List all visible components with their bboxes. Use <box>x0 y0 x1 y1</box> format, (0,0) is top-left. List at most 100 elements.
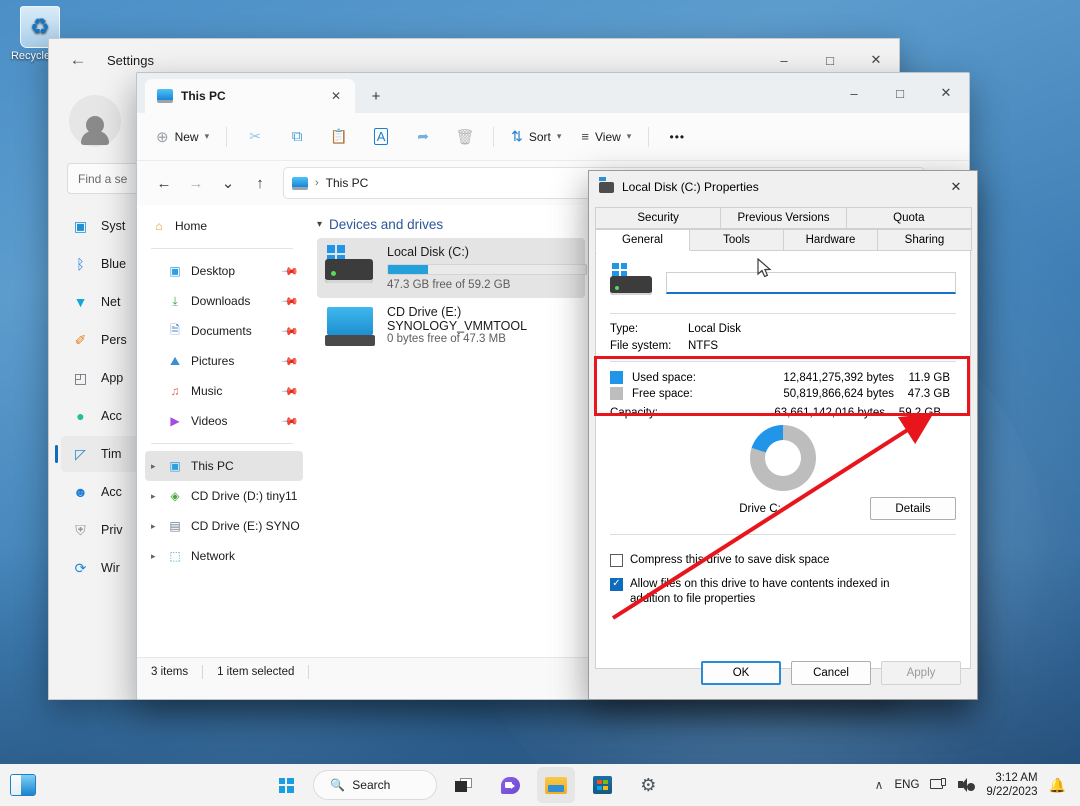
tab-close-icon[interactable]: ✕ <box>325 85 347 107</box>
tab-hardware[interactable]: Hardware <box>783 229 878 251</box>
start-button[interactable] <box>267 767 305 803</box>
new-tab-button[interactable]: + <box>361 81 391 111</box>
index-checkbox[interactable]: ✓ <box>610 578 623 591</box>
language-indicator[interactable]: ENG <box>894 779 919 791</box>
divider <box>610 534 956 535</box>
type-value: Local Disk <box>688 323 741 335</box>
tab-previous-versions[interactable]: Previous Versions <box>720 207 846 229</box>
volume-label-row <box>610 263 956 303</box>
toolbar-divider <box>493 127 494 147</box>
properties-close-button[interactable]: ✕ <box>935 171 977 203</box>
new-button[interactable]: ⊕ New ▾ <box>147 121 218 153</box>
sidebar-item-downloads[interactable]: ⤓ Downloads 📌 <box>145 286 303 316</box>
sidebar-item-label: Net <box>101 295 120 309</box>
capacity-bytes: 63,661,142,016 bytes <box>735 407 885 419</box>
cancel-button[interactable]: Cancel <box>791 661 871 685</box>
sidebar-item-label: Network <box>191 549 235 563</box>
sidebar-item-music[interactable]: ♫ Music 📌 <box>145 376 303 406</box>
tab-security[interactable]: Security <box>595 207 721 229</box>
sidebar-item-label: This PC <box>191 459 234 473</box>
details-button[interactable]: Details <box>870 497 956 520</box>
sidebar-item-home[interactable]: ⌂ Home <box>145 211 303 241</box>
compress-drive-option[interactable]: Compress this drive to save disk space <box>610 553 956 569</box>
sidebar-item-label: Blue <box>101 257 126 271</box>
explorer-close-button[interactable]: ✕ <box>923 73 969 113</box>
apply-button[interactable]: Apply <box>881 661 961 685</box>
sidebar-item-pictures[interactable]: ⛰ Pictures 📌 <box>145 346 303 376</box>
taskbar-search[interactable]: 🔍 Search <box>313 770 437 800</box>
tab-tools[interactable]: Tools <box>689 229 784 251</box>
settings-back-button[interactable]: ← <box>61 45 95 75</box>
divider <box>610 313 956 314</box>
up-button[interactable]: ↑ <box>245 168 275 198</box>
back-button[interactable]: ← <box>149 168 179 198</box>
task-view-button[interactable] <box>445 767 483 803</box>
explorer-navigation-pane: ⌂ Home ▣ Desktop 📌 ⤓ Downloads 📌 🗎 Docum… <box>137 205 303 657</box>
group-header-label: Devices and drives <box>329 217 443 232</box>
sort-button[interactable]: ⇅ Sort ▾ <box>502 121 570 153</box>
chevron-down-icon[interactable]: ▾ <box>317 219 322 230</box>
chat-button[interactable] <box>491 767 529 803</box>
tab-general[interactable]: General <box>595 229 690 251</box>
sidebar-item-label: Pers <box>101 333 127 347</box>
plus-circle-icon: ⊕ <box>156 128 169 146</box>
sidebar-item-cd-drive-e[interactable]: ▸ ▤ CD Drive (E:) SYNO <box>145 511 303 541</box>
network-tray-icon[interactable] <box>930 778 947 792</box>
tray-overflow-icon[interactable]: ∧ <box>875 778 884 792</box>
paste-button[interactable]: 📋 <box>319 121 359 153</box>
chevron-right-icon[interactable]: ▸ <box>151 551 156 562</box>
sidebar-item-desktop[interactable]: ▣ Desktop 📌 <box>145 256 303 286</box>
sidebar-item-cd-drive-d[interactable]: ▸ ◈ CD Drive (D:) tiny11 <box>145 481 303 511</box>
explorer-maximize-button[interactable]: □ <box>877 73 923 113</box>
notification-bell-icon[interactable]: 🔔 <box>1049 777 1066 794</box>
chevron-right-icon[interactable]: ▸ <box>151 491 156 502</box>
chevron-down-icon: ▾ <box>627 131 632 142</box>
this-pc-icon <box>157 89 173 103</box>
drive-item-local-disk-c[interactable]: Local Disk (C:) 47.3 GB free of 59.2 GB <box>317 238 585 298</box>
taskbar-clock[interactable]: 3:12 AM 9/22/2023 <box>986 771 1037 800</box>
ok-button[interactable]: OK <box>701 661 781 685</box>
copy-button[interactable]: ⧉ <box>277 121 317 153</box>
sidebar-item-videos[interactable]: ▶ Videos 📌 <box>145 406 303 436</box>
explorer-window-controls: – □ ✕ <box>831 73 969 113</box>
local-disk-properties-dialog[interactable]: Local Disk (C:) Properties ✕ Security Pr… <box>588 170 978 700</box>
sidebar-item-this-pc[interactable]: ▸ ▣ This PC <box>145 451 303 481</box>
free-space-row: Free space: 50,819,866,624 bytes 47.3 GB <box>610 387 956 400</box>
more-options-button[interactable]: ••• <box>657 121 697 153</box>
system-icon: ▣ <box>71 217 90 236</box>
used-space-row: Used space: 12,841,275,392 bytes 11.9 GB <box>610 371 956 384</box>
chevron-right-icon[interactable]: ▸ <box>151 521 156 532</box>
volume-label-input[interactable] <box>666 272 956 294</box>
delete-button[interactable]: 🗑 <box>445 121 485 153</box>
index-contents-option[interactable]: ✓ Allow files on this drive to have cont… <box>610 577 956 608</box>
used-space-bytes: 12,841,275,392 bytes <box>744 372 894 384</box>
capacity-gb: 59.2 GB <box>885 407 941 419</box>
settings-button[interactable]: ⚙ <box>629 767 667 803</box>
file-explorer-button[interactable] <box>537 767 575 803</box>
volume-muted-icon[interactable] <box>958 778 975 792</box>
capacity-row: Capacity: 63,661,142,016 bytes 59.2 GB <box>610 407 956 419</box>
tab-sharing[interactable]: Sharing <box>877 229 972 251</box>
tab-quota[interactable]: Quota <box>846 207 972 229</box>
drive-item-cd-drive-e[interactable]: CD Drive (E:) SYNOLOGY_VMMTOOL 0 bytes f… <box>317 298 585 358</box>
cut-button[interactable]: ✂ <box>235 121 275 153</box>
network-icon: ▼ <box>71 293 90 312</box>
compress-checkbox[interactable] <box>610 554 623 567</box>
rename-button[interactable]: A <box>361 121 401 153</box>
recent-locations-button[interactable]: ⌄ <box>213 168 243 198</box>
share-button[interactable]: ➦ <box>403 121 443 153</box>
microsoft-store-button[interactable] <box>583 767 621 803</box>
free-space-label: Free space: <box>632 388 744 400</box>
sidebar-item-documents[interactable]: 🗎 Documents 📌 <box>145 316 303 346</box>
sidebar-item-network[interactable]: ▸ ⬚ Network <box>145 541 303 571</box>
breadcrumb-separator: › <box>315 177 319 189</box>
forward-button[interactable]: → <box>181 168 211 198</box>
accessibility-icon: ☻ <box>71 483 90 502</box>
tab-this-pc[interactable]: This PC ✕ <box>145 79 355 113</box>
explorer-minimize-button[interactable]: – <box>831 73 877 113</box>
properties-tab-row-1: Security Previous Versions Quota <box>595 207 971 229</box>
chevron-right-icon[interactable]: ▸ <box>151 461 156 472</box>
view-button[interactable]: ≡ View ▾ <box>572 121 640 153</box>
widgets-icon[interactable] <box>10 774 36 796</box>
search-icon: 🔍 <box>330 778 345 792</box>
